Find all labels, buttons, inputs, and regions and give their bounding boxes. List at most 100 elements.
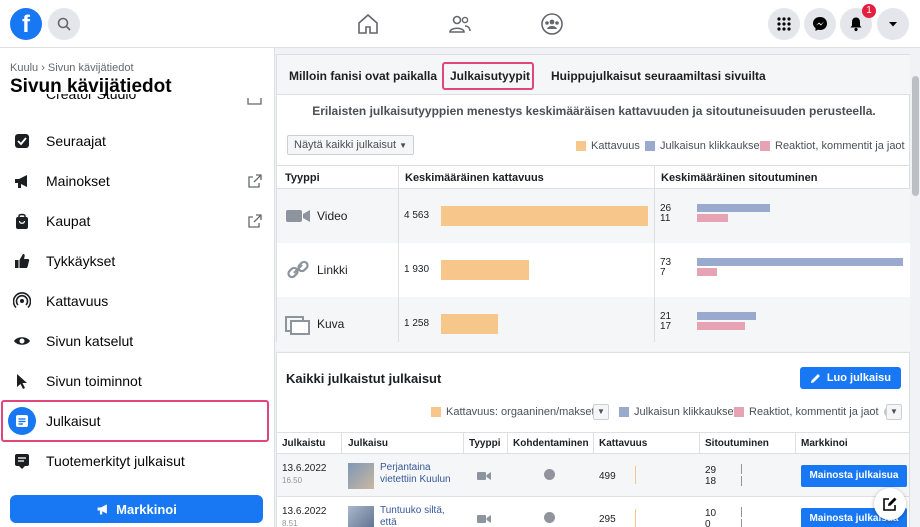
column-divider <box>654 189 655 342</box>
legend-swatch <box>734 407 744 417</box>
sidebar-item-shops[interactable]: Kaupat <box>0 201 274 241</box>
avg-reach-bar <box>441 314 498 334</box>
column-header-post: Julkaisu <box>348 438 389 449</box>
post-thumbnail[interactable] <box>348 506 374 527</box>
sidebar-item-followers[interactable]: Seuraajat <box>0 121 274 161</box>
reactions-bar <box>697 214 728 222</box>
legend-label: Reaktiot, kommentit ja jaot <box>749 406 879 418</box>
sidebar-item-creator-studio[interactable]: Creator Studio <box>46 94 136 102</box>
home-icon[interactable] <box>356 12 380 36</box>
search-button[interactable] <box>48 8 80 40</box>
promote-button-label: Markkinoi <box>116 501 177 517</box>
legend-item-reactions: Reaktiot, kommentit ja jaot <box>760 140 905 152</box>
shop-bag-icon <box>10 209 34 233</box>
post-title-link[interactable]: Tuntuuko siltä, että <box>380 505 460 527</box>
sidebar-item-page-actions[interactable]: Sivun toiminnot <box>0 361 274 401</box>
sidebar-item-page-views[interactable]: Sivun katselut <box>0 321 274 361</box>
bell-icon <box>850 17 862 32</box>
legend-item-reach-organic-paid: Kattavuus: orgaaninen/maksettu <box>431 406 604 418</box>
megaphone-icon <box>10 169 34 193</box>
legend-label: Kattavuus: orgaaninen/maksettu <box>446 406 604 418</box>
reactions-mini-bar <box>741 519 742 527</box>
reactions-value: 0 <box>705 519 711 527</box>
scrollbar-thumb[interactable] <box>912 76 919 196</box>
post-clicks-bar <box>697 204 770 212</box>
reach-mini-bar <box>635 509 636 527</box>
legend-label: Reaktiot, kommentit ja jaot <box>775 140 905 152</box>
clicks-mini-bar <box>741 464 742 474</box>
all-posts-card: Kaikki julkaistut julkaisut Luo julkaisu… <box>276 352 910 527</box>
post-title-link[interactable]: Perjantaina vietettiin Kuulun <box>380 462 460 486</box>
column-header-avg-engagement: Keskimääräinen sitoutuminen <box>661 172 818 184</box>
notifications-button[interactable]: 1 <box>840 4 876 40</box>
column-divider <box>398 189 399 342</box>
table-row[interactable]: 13.6.2022 16.50 Perjantaina vietettiin K… <box>277 454 909 497</box>
globe-icon <box>544 512 555 523</box>
insights-sidebar: Kuulu › Sivun kävijätiedot Sivun kävijät… <box>0 48 275 527</box>
engagement-type-dropdown[interactable]: ▼ <box>886 404 902 420</box>
post-clicks-bar <box>697 312 756 320</box>
table-row[interactable]: 13.6.2022 8.51 Tuntuuko siltä, että 295 … <box>277 497 909 527</box>
new-message-button[interactable] <box>874 488 906 520</box>
sidebar-item-likes[interactable]: Tykkäykset <box>0 241 274 281</box>
sidebar-item-tagged-posts[interactable]: Tuotemerkityt julkaisut <box>0 441 274 481</box>
post-clicks-bar <box>697 258 903 266</box>
boost-post-button[interactable]: Mainosta julkaisua <box>801 465 907 487</box>
video-icon <box>477 515 491 523</box>
megaphone-icon <box>97 504 108 515</box>
filter-label: Näytä kaikki julkaisut <box>294 139 397 151</box>
column-header-type: Tyyppi <box>285 172 320 184</box>
create-post-label: Luo julkaisu <box>826 372 891 384</box>
sidebar-item-label: Kattavuus <box>46 293 109 309</box>
legend-item-clicks: Julkaisun klikkaukset <box>645 140 763 152</box>
legend-swatch <box>431 407 441 417</box>
legend-label: Kattavuus <box>591 140 640 152</box>
external-link-icon <box>247 98 262 105</box>
avg-reach-value: 1 930 <box>404 264 430 275</box>
pencil-icon <box>810 374 820 383</box>
column-header-reach: Kattavuus <box>599 438 648 449</box>
caret-down-icon: ▼ <box>890 407 898 416</box>
reach-type-dropdown[interactable]: ▼ <box>593 404 609 420</box>
column-header-avg-reach: Keskimääräinen kattavuus <box>405 172 544 184</box>
reach-mini-bar <box>635 466 636 484</box>
active-item-highlight <box>1 400 269 442</box>
caret-down-icon: ▼ <box>399 141 408 150</box>
globe-icon <box>544 469 555 480</box>
breadcrumb[interactable]: Kuulu › Sivun kävijätiedot <box>10 62 134 74</box>
sidebar-item-ads[interactable]: Mainokset <box>0 161 274 201</box>
create-post-button[interactable]: Luo julkaisu <box>799 367 901 389</box>
menu-button[interactable] <box>768 8 800 40</box>
sidebar-item-label: Sivun katselut <box>46 333 134 349</box>
post-clicks-value: 29 <box>705 465 717 476</box>
post-type-name: Video <box>317 209 348 223</box>
friends-icon[interactable] <box>448 12 472 36</box>
messenger-button[interactable] <box>804 8 836 40</box>
video-icon <box>477 472 491 480</box>
post-type-name: Kuva <box>317 317 345 331</box>
post-thumbnail[interactable] <box>348 463 374 489</box>
tab-when-fans-online[interactable]: Milloin fanisi ovat paikalla <box>289 55 437 95</box>
promote-button[interactable]: Markkinoi <box>10 495 263 523</box>
sidebar-item-label: Tykkäykset <box>46 253 116 269</box>
tab-top-posts-from-pages[interactable]: Huippujulkaisut seuraamiltasi sivuilta <box>551 55 766 95</box>
reactions-mini-bar <box>741 476 742 486</box>
post-types-card: Milloin fanisi ovat paikalla Julkaisutyy… <box>276 54 910 351</box>
account-button[interactable] <box>877 8 909 40</box>
show-all-posts-dropdown[interactable]: Näytä kaikki julkaisut ▼ <box>287 135 415 155</box>
messenger-icon <box>813 17 827 31</box>
reactions-value: 11 <box>660 213 671 224</box>
insights-tabs: Milloin fanisi ovat paikalla Julkaisutyy… <box>277 55 910 95</box>
broadcast-icon <box>10 289 34 313</box>
compose-icon <box>883 497 897 511</box>
groups-icon[interactable] <box>540 12 564 36</box>
sidebar-item-reach[interactable]: Kattavuus <box>0 281 274 321</box>
post-date: 13.6.2022 <box>282 463 327 474</box>
avg-reach-bar <box>441 260 529 280</box>
clicks-mini-bar <box>741 507 742 517</box>
avg-reach-value: 4 563 <box>404 210 430 221</box>
thumbs-up-icon <box>10 249 34 273</box>
facebook-logo[interactable]: f <box>10 8 42 40</box>
page-scrollbar[interactable] <box>910 48 920 527</box>
legend-swatch <box>645 141 655 151</box>
